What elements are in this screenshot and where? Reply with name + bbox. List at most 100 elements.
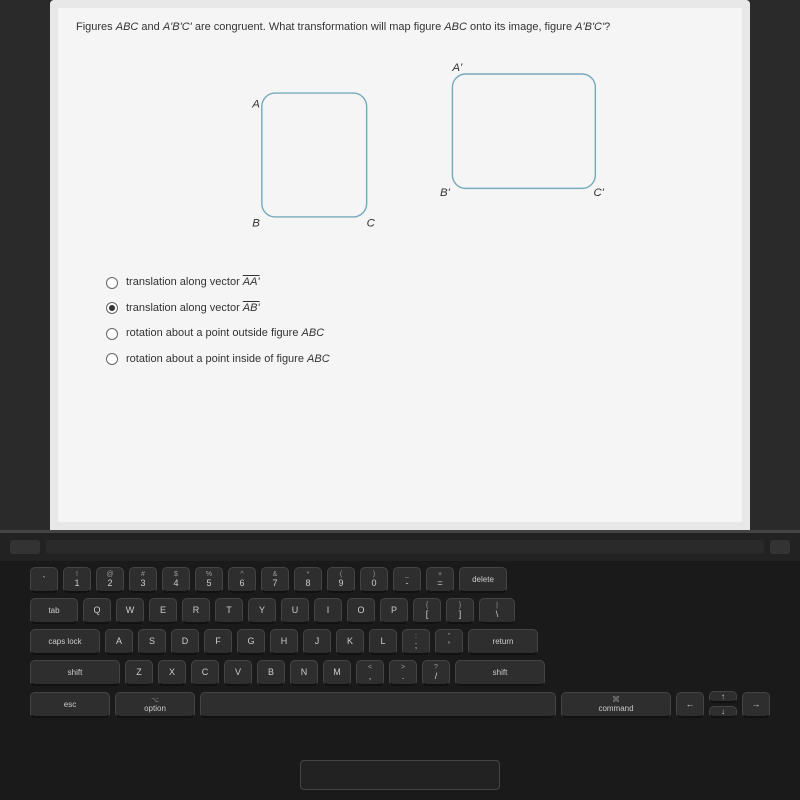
svg-text:C: C [367, 218, 376, 230]
key-t[interactable]: T [215, 598, 243, 624]
key-bracket-right[interactable]: }] [446, 598, 474, 624]
key-equals[interactable]: + = [426, 567, 454, 593]
question-text: Figures ABC and A'B'C' are congruent. Wh… [76, 20, 724, 35]
key-5[interactable]: % 5 [195, 567, 223, 593]
key-control[interactable]: esc [30, 692, 110, 718]
key-row-qwerty: tab Q W E R T Y U I O P {[ }] |\ [30, 598, 770, 624]
key-r[interactable]: R [182, 598, 210, 624]
trackpad[interactable] [300, 760, 500, 790]
key-2[interactable]: @ 2 [96, 567, 124, 593]
answer-options: translation along vector AA' translation… [76, 275, 724, 367]
key-g[interactable]: G [237, 629, 265, 655]
key-arrow-down[interactable]: ↓ [709, 706, 737, 718]
laptop-body: Figures ABC and A'B'C' are congruent. Wh… [0, 0, 800, 800]
question-area: Figures ABC and A'B'C' are congruent. Wh… [58, 8, 742, 389]
key-capslock[interactable]: caps lock [30, 629, 100, 655]
option-3-label: rotation about a point outside figure AB… [126, 326, 324, 341]
svg-text:B: B [252, 218, 260, 230]
key-j[interactable]: J [303, 629, 331, 655]
key-0[interactable]: ) 0 [360, 567, 388, 593]
key-c[interactable]: C [191, 660, 219, 686]
svg-text:C': C' [593, 187, 604, 199]
key-d[interactable]: D [171, 629, 199, 655]
control-label: esc [64, 700, 76, 709]
geometry-svg: A B C A' B' C' [76, 45, 724, 265]
key-x[interactable]: X [158, 660, 186, 686]
option-3[interactable]: rotation about a point outside figure AB… [106, 326, 724, 341]
key-4[interactable]: $ 4 [162, 567, 190, 593]
figures-diagram: A B C A' B' C' [76, 45, 724, 265]
key-6[interactable]: ^ 6 [228, 567, 256, 593]
key-semicolon[interactable]: :; [402, 629, 430, 655]
key-3[interactable]: # 3 [129, 567, 157, 593]
key-row-zxcv: shift Z X C V B N M <, >. ?/ shi [30, 660, 770, 686]
key-option[interactable]: ⌥ option [115, 692, 195, 718]
key-f[interactable]: F [204, 629, 232, 655]
key-tab[interactable]: tab [30, 598, 78, 624]
key-u[interactable]: U [281, 598, 309, 624]
option-4[interactable]: rotation about a point inside of figure … [106, 352, 724, 367]
key-row-numbers: ` ! 1 @ 2 # 3 [30, 567, 770, 593]
key-v[interactable]: V [224, 660, 252, 686]
radio-4[interactable] [106, 353, 118, 365]
key-z[interactable]: Z [125, 660, 153, 686]
key-7[interactable]: & 7 [261, 567, 289, 593]
svg-text:A: A [251, 99, 260, 111]
radio-2[interactable] [106, 302, 118, 314]
option-2-label: translation along vector AB' [126, 301, 260, 316]
key-q[interactable]: Q [83, 598, 111, 624]
key-b[interactable]: B [257, 660, 285, 686]
key-comma[interactable]: <, [356, 660, 384, 686]
key-quote[interactable]: "' [435, 629, 463, 655]
key-y[interactable]: Y [248, 598, 276, 624]
key-k[interactable]: K [336, 629, 364, 655]
key-period[interactable]: >. [389, 660, 417, 686]
key-arrow-left[interactable]: ← [676, 692, 704, 718]
key-minus[interactable]: _ - [393, 567, 421, 593]
key-p[interactable]: P [380, 598, 408, 624]
function-strip [46, 540, 764, 554]
key-backslash[interactable]: |\ [479, 598, 515, 624]
laptop-screen: Figures ABC and A'B'C' are congruent. Wh… [50, 0, 750, 530]
radio-1[interactable] [106, 277, 118, 289]
key-command[interactable]: ⌘ command [561, 692, 671, 718]
key-1[interactable]: ! 1 [63, 567, 91, 593]
key-shift-left[interactable]: shift [30, 660, 120, 686]
keyboard-rows: ` ! 1 @ 2 # 3 [0, 561, 800, 724]
power-btn[interactable] [770, 540, 790, 554]
key-n[interactable]: N [290, 660, 318, 686]
svg-text:B': B' [440, 187, 451, 199]
touch-bar [0, 533, 800, 561]
key-slash[interactable]: ?/ [422, 660, 450, 686]
key-return[interactable]: return [468, 629, 538, 655]
key-bracket-left[interactable]: {[ [413, 598, 441, 624]
key-spacebar[interactable] [200, 692, 556, 718]
key-e[interactable]: E [149, 598, 177, 624]
key-arrow-right[interactable]: → [742, 692, 770, 718]
key-a[interactable]: A [105, 629, 133, 655]
key-h[interactable]: H [270, 629, 298, 655]
key-m[interactable]: M [323, 660, 351, 686]
option-1[interactable]: translation along vector AA' [106, 275, 724, 290]
esc-touchbar [10, 540, 40, 554]
key-s[interactable]: S [138, 629, 166, 655]
radio-3[interactable] [106, 328, 118, 340]
key-o[interactable]: O [347, 598, 375, 624]
keyboard-base: ` ! 1 @ 2 # 3 [0, 530, 800, 800]
key-8[interactable]: * 8 [294, 567, 322, 593]
key-i[interactable]: I [314, 598, 342, 624]
svg-text:A': A' [451, 63, 463, 75]
key-backtick[interactable]: ` [30, 567, 58, 593]
option-1-label: translation along vector AA' [126, 275, 260, 290]
key-row-modifiers: esc ⌥ option ⌘ command ← ↑ [30, 691, 770, 718]
key-shift-right[interactable]: shift [455, 660, 545, 686]
key-arrow-up[interactable]: ↑ [709, 691, 737, 703]
key-delete[interactable]: delete [459, 567, 507, 593]
key-row-asdf: caps lock A S D F G H J K L :; "' return [30, 629, 770, 655]
option-2[interactable]: translation along vector AB' [106, 301, 724, 316]
option-4-label: rotation about a point inside of figure … [126, 352, 330, 367]
screen-content: Figures ABC and A'B'C' are congruent. Wh… [58, 8, 742, 522]
key-w[interactable]: W [116, 598, 144, 624]
key-9[interactable]: ( 9 [327, 567, 355, 593]
key-l[interactable]: L [369, 629, 397, 655]
